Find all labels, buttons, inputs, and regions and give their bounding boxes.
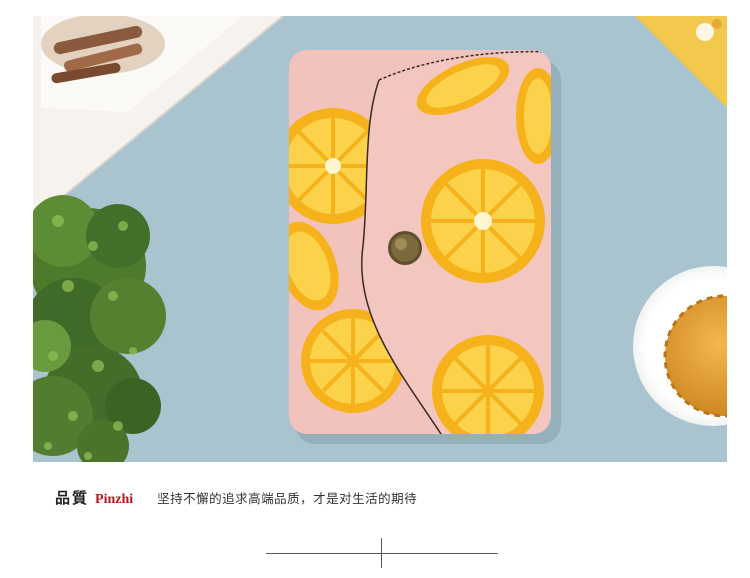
divider-tick xyxy=(381,538,382,568)
caption-slogan: 坚持不懈的追求高端品质，才是对生活的期待 xyxy=(157,491,418,506)
caption-title: 品質 xyxy=(55,489,90,507)
divider-line xyxy=(266,553,498,554)
product-photo xyxy=(33,16,727,462)
snap-button xyxy=(388,231,422,265)
quality-caption: 品質 Pinzhi 坚持不懈的追求高端品质，才是对生活的期待 xyxy=(55,487,417,513)
potted-plant xyxy=(33,195,166,462)
caption-brand: Pinzhi xyxy=(95,492,134,507)
